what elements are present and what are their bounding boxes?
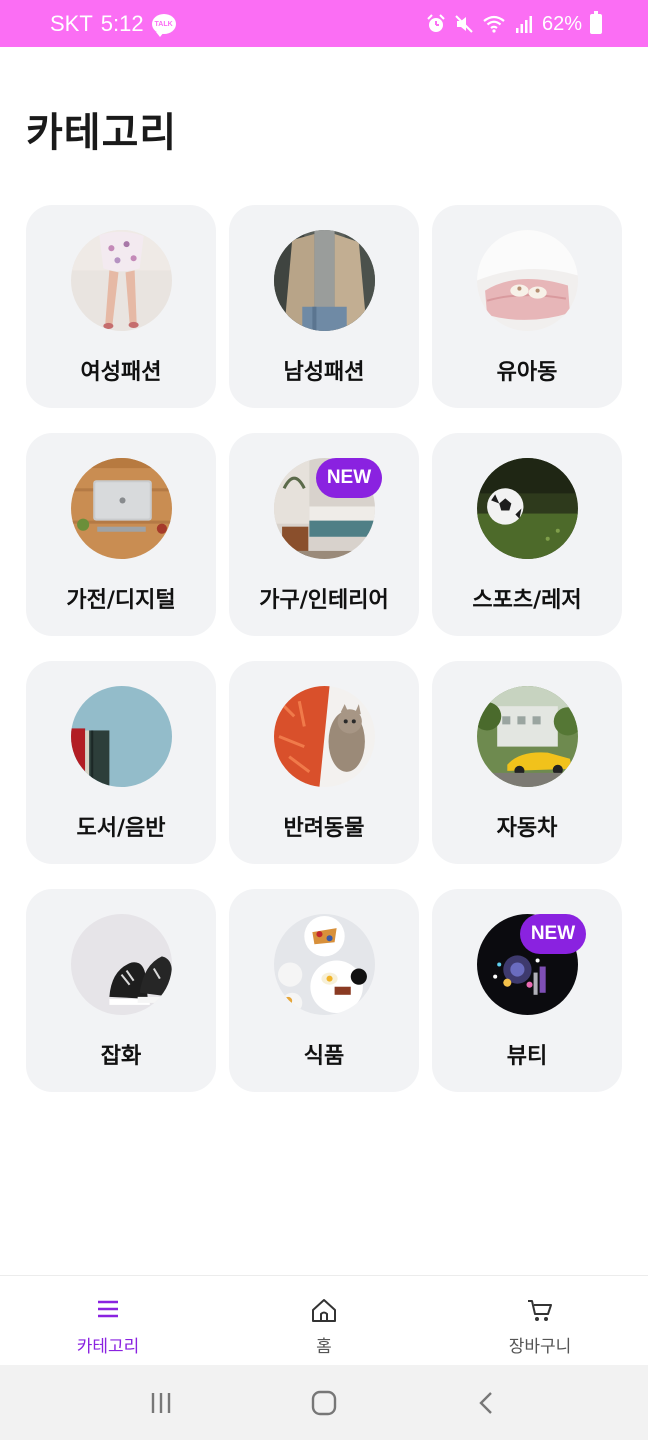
home-icon — [312, 1299, 336, 1322]
category-image-food — [273, 914, 375, 1015]
category-image-mens-fashion — [273, 230, 375, 331]
category-card-kids[interactable]: 유아동 — [432, 205, 622, 408]
category-label: 가구/인테리어 — [259, 588, 389, 613]
signal-icon — [515, 16, 532, 33]
status-left: SKT 5:12 TALK — [50, 10, 176, 38]
battery-icon — [590, 11, 602, 34]
battery-percent: 62% — [541, 12, 582, 35]
category-card-beauty[interactable]: NEW 뷰티 — [432, 889, 622, 1092]
category-card-womens-fashion[interactable]: 여성패션 — [26, 205, 216, 408]
mute-icon — [455, 15, 473, 33]
category-label: 스포츠/레저 — [472, 588, 582, 613]
category-label: 자동차 — [496, 816, 558, 841]
category-card-books[interactable]: 도서/음반 — [26, 661, 216, 864]
nav-label-category: 카테고리 — [76, 1337, 140, 1357]
category-label: 여성패션 — [80, 360, 162, 385]
category-grid: 여성패션 남성패션 유아동 가전/디지털 NEW 가구/인테리어 스포츠/레저 … — [26, 205, 622, 1092]
nav-item-cart[interactable]: 장바구니 — [432, 1276, 648, 1365]
category-image-electronics — [70, 458, 172, 559]
status-bar: SKT 5:12 TALK 62% — [0, 0, 648, 47]
system-nav-bar — [0, 1365, 648, 1440]
category-label: 잡화 — [100, 1044, 142, 1069]
category-card-mens-fashion[interactable]: 남성패션 — [229, 205, 419, 408]
category-image-books — [70, 686, 172, 787]
recent-apps-icon[interactable] — [148, 1390, 174, 1416]
category-label: 반려동물 — [283, 816, 365, 841]
category-card-sports[interactable]: 스포츠/레저 — [432, 433, 622, 636]
category-label: 뷰티 — [506, 1044, 548, 1069]
category-label: 식품 — [303, 1044, 345, 1069]
back-icon[interactable] — [474, 1390, 500, 1416]
cart-icon — [528, 1300, 552, 1321]
category-label: 가전/디지털 — [66, 588, 176, 613]
carrier-label: SKT — [50, 11, 93, 36]
category-card-automotive[interactable]: 자동차 — [432, 661, 622, 864]
category-card-accessories[interactable]: 잡화 — [26, 889, 216, 1092]
nav-item-home[interactable]: 홈 — [216, 1276, 432, 1365]
category-card-electronics[interactable]: 가전/디지털 — [26, 433, 216, 636]
page-title: 카테고리 — [26, 110, 178, 156]
wifi-icon — [483, 15, 505, 33]
category-card-pets[interactable]: 반려동물 — [229, 661, 419, 864]
category-image-womens-fashion — [70, 230, 172, 331]
category-label: 유아동 — [496, 360, 558, 385]
category-label: 남성패션 — [283, 360, 365, 385]
bottom-nav: 카테고리 홈 장바구니 — [0, 1275, 648, 1365]
new-badge: NEW — [316, 458, 382, 498]
new-badge: NEW — [520, 914, 586, 954]
category-image-sports — [476, 458, 578, 559]
nav-label-cart: 장바구니 — [508, 1337, 572, 1357]
category-card-furniture[interactable]: NEW 가구/인테리어 — [229, 433, 419, 636]
talk-badge-text: TALK — [154, 20, 173, 28]
category-image-accessories — [70, 914, 172, 1015]
status-right: 62% — [426, 10, 602, 38]
nav-label-home: 홈 — [316, 1337, 332, 1357]
category-image-automotive — [476, 686, 578, 787]
nav-item-category[interactable]: 카테고리 — [0, 1276, 216, 1365]
alarm-icon — [427, 14, 445, 32]
home-circle-icon[interactable] — [310, 1389, 338, 1417]
talk-icon: TALK — [151, 14, 176, 37]
category-image-kids — [476, 230, 578, 331]
menu-icon — [98, 1300, 118, 1318]
category-card-food[interactable]: 식품 — [229, 889, 419, 1092]
category-label: 도서/음반 — [76, 816, 166, 841]
category-image-pets — [273, 686, 375, 787]
clock: 5:12 — [100, 11, 144, 36]
